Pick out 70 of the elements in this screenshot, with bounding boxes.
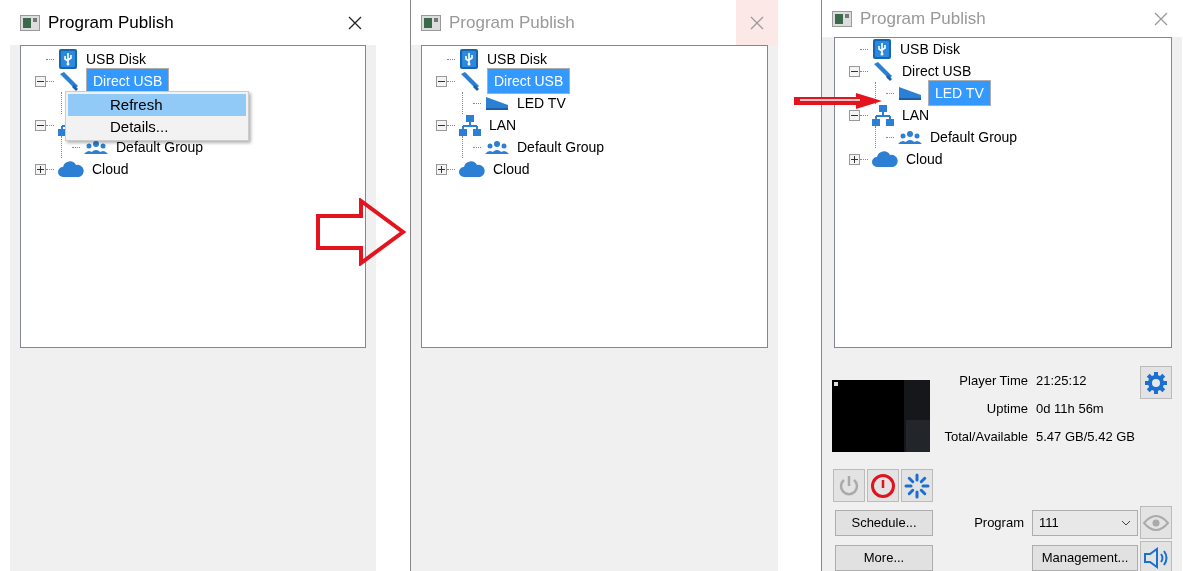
tree-item[interactable]: Cloud <box>90 160 131 178</box>
usb-drive-icon <box>58 48 78 70</box>
tree-item[interactable]: Default Group <box>928 128 1020 146</box>
spinner-icon <box>904 472 930 499</box>
close-icon <box>750 15 764 30</box>
expand-toggle[interactable] <box>436 163 447 175</box>
people-icon <box>84 140 108 154</box>
people-icon <box>898 130 922 144</box>
window-title: Program Publish <box>48 12 175 33</box>
settings-icon <box>1144 370 1168 395</box>
chevron-icon <box>1121 519 1131 526</box>
program-label: Program <box>973 515 1025 530</box>
tree-item[interactable]: Cloud <box>491 160 532 178</box>
app-icon <box>20 14 40 31</box>
eye-icon <box>1143 514 1169 531</box>
usb-drive-icon <box>459 48 479 70</box>
close-icon <box>1154 11 1168 26</box>
power-icon <box>870 472 896 499</box>
window-title: Program Publish <box>449 12 576 33</box>
collapse-toggle[interactable] <box>35 119 46 131</box>
app-icon <box>832 10 852 27</box>
cloud-icon <box>58 161 84 177</box>
collapse-toggle[interactable] <box>849 65 860 77</box>
more-button[interactable]: More... <box>835 544 933 571</box>
program-select[interactable]: 111 <box>1032 509 1138 536</box>
tree-item[interactable]: LAN <box>900 106 932 124</box>
power-button[interactable] <box>867 469 899 502</box>
collapse-toggle[interactable] <box>436 119 447 131</box>
speaker-icon <box>1143 546 1169 569</box>
tree-item[interactable]: Default Group <box>114 138 206 156</box>
schedule-button[interactable]: Schedule... <box>835 509 933 536</box>
info-value: 21:25:12 <box>1036 373 1088 388</box>
cloud-icon <box>872 151 898 167</box>
tree-item[interactable]: Direct USB <box>900 62 974 80</box>
usb-plug-icon <box>58 71 80 91</box>
collapse-toggle[interactable] <box>35 75 46 87</box>
management-button[interactable]: Management... <box>1032 544 1138 571</box>
network-icon <box>459 114 481 136</box>
info-label: Player Time <box>958 373 1028 388</box>
tree-item[interactable]: Cloud <box>904 150 945 168</box>
tree-item[interactable]: Default Group <box>515 138 607 156</box>
expand-toggle[interactable] <box>35 163 46 175</box>
restart-button[interactable] <box>901 469 933 502</box>
settings-button[interactable] <box>1140 366 1172 399</box>
cloud-icon <box>459 161 485 177</box>
info-label: Total/Available <box>943 429 1028 444</box>
people-icon <box>485 140 509 154</box>
app-icon <box>421 14 441 31</box>
collapse-toggle[interactable] <box>849 109 860 121</box>
collapse-toggle[interactable] <box>436 75 447 87</box>
tree-item[interactable]: LED TV <box>515 94 568 112</box>
network-icon <box>872 104 894 126</box>
menu-item[interactable]: Details... <box>68 116 246 138</box>
info-value: 5.47 GB/5.42 GB <box>1036 429 1136 444</box>
tree-item[interactable]: LAN <box>487 116 519 134</box>
info-value: 0d 11h 56m <box>1036 401 1105 416</box>
tree-item[interactable]: USB Disk <box>84 50 148 68</box>
screen-icon <box>898 85 922 101</box>
menu-item[interactable]: Refresh <box>68 94 246 116</box>
power-icon <box>837 473 861 498</box>
volume-button[interactable] <box>1140 541 1172 571</box>
info-label: Uptime <box>985 401 1028 416</box>
close-icon <box>348 15 362 30</box>
window-title: Program Publish <box>860 8 987 29</box>
usb-plug-icon <box>459 71 481 91</box>
tree-item[interactable]: USB Disk <box>898 40 962 58</box>
tree-item[interactable]: USB Disk <box>485 50 549 68</box>
usb-plug-icon <box>872 61 894 81</box>
screen-icon <box>485 95 509 111</box>
expand-toggle[interactable] <box>849 153 860 165</box>
